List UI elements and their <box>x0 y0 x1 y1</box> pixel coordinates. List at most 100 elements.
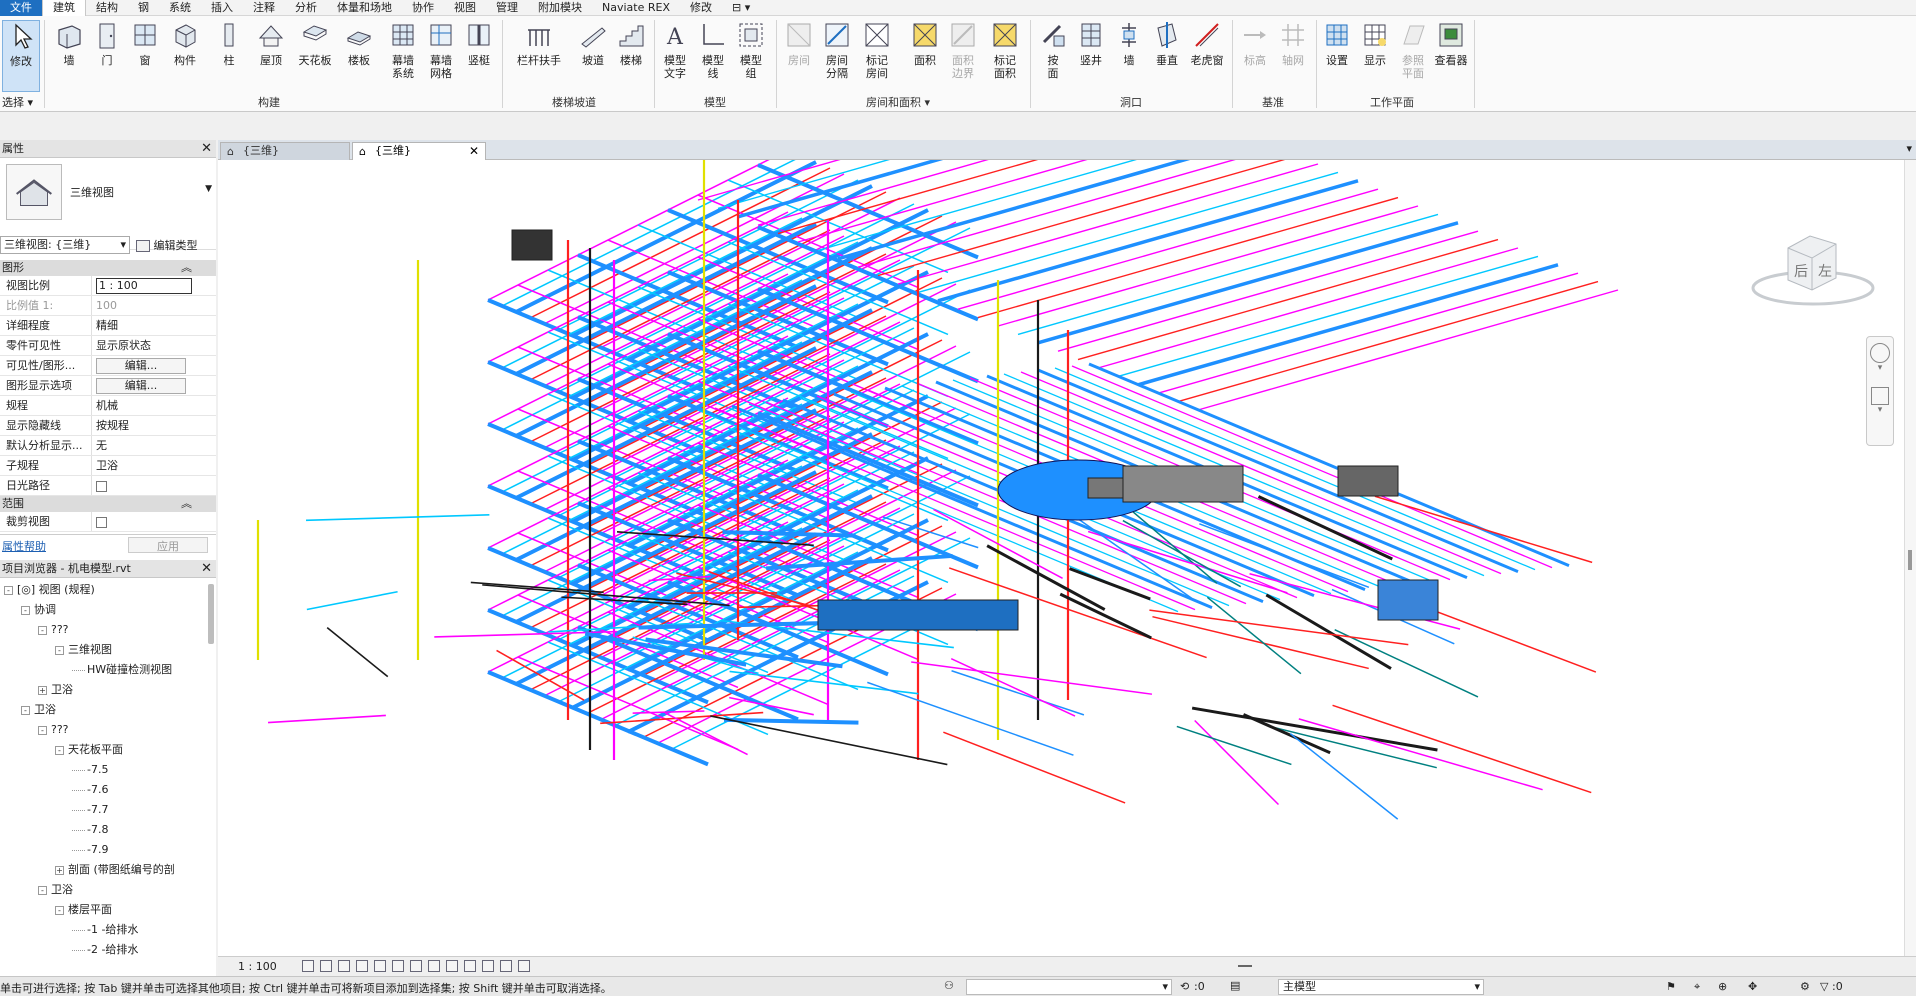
set-button[interactable]: 设置 <box>1318 20 1356 67</box>
model-group-button[interactable]: 模型 组 <box>732 20 770 80</box>
reveal-hidden-icon[interactable] <box>464 960 476 972</box>
tree-node[interactable]: -7.7 <box>0 800 206 820</box>
tree-node[interactable]: -7.6 <box>0 780 206 800</box>
area-boundary-button[interactable]: 面积 边界 <box>944 20 982 80</box>
pipe-segment[interactable] <box>267 714 386 724</box>
tree-node[interactable]: - 协调 <box>0 600 206 620</box>
tree-node[interactable]: -7.8 <box>0 820 206 840</box>
close-icon[interactable]: ✕ <box>469 143 479 159</box>
pipe-segment[interactable] <box>867 681 1074 756</box>
chevron-down-icon[interactable]: ▾ <box>1867 363 1893 373</box>
pipe-segment[interactable] <box>1298 718 1543 791</box>
chiller-unit[interactable] <box>1122 465 1244 503</box>
mullion-button[interactable]: 竖梃 <box>460 20 498 67</box>
tree-node[interactable]: - 楼层平面 <box>0 900 206 920</box>
menu-tab[interactable]: 协作 <box>402 0 444 16</box>
stair-button[interactable]: 楼梯 <box>612 20 650 67</box>
pipe-segment[interactable] <box>1149 609 1409 646</box>
curtain-system-button[interactable]: 幕墙 系统 <box>384 20 422 80</box>
collapse-icon[interactable]: - <box>38 885 47 895</box>
column-button[interactable]: 柱 <box>210 20 248 67</box>
workset-combo[interactable]: ▾ <box>966 979 1172 995</box>
select-pinned-icon[interactable]: ⌖ <box>1694 980 1700 994</box>
menu-tab[interactable]: 系统 <box>159 0 201 16</box>
pipe-segment[interactable] <box>1194 719 1279 806</box>
properties-help-link[interactable]: 属性帮助 <box>2 538 46 554</box>
view-tab[interactable]: ⌂ {三维} <box>220 142 350 160</box>
tree-node[interactable]: - [◎] 视图 (规程) <box>0 580 206 600</box>
viewport-scrollbar[interactable] <box>1904 160 1916 956</box>
property-value[interactable]: 编辑... <box>92 376 216 395</box>
tree-node[interactable]: + 卫浴 <box>0 680 206 700</box>
tag-area-button[interactable]: 标记 面积 <box>986 20 1024 80</box>
menu-tab[interactable]: 插入 <box>201 0 243 16</box>
group-graphics-header[interactable]: 图形 ︽ <box>0 260 216 276</box>
collapse-icon[interactable]: - <box>55 745 64 755</box>
expand-icon[interactable]: + <box>55 865 64 875</box>
duct-manifold[interactable] <box>817 599 1019 631</box>
modify-button[interactable]: 修改 <box>2 20 40 92</box>
menu-tab[interactable]: 结构 <box>86 0 128 16</box>
tree-node[interactable]: - 天花板平面 <box>0 740 206 760</box>
menu-tab[interactable]: 管理 <box>486 0 528 16</box>
viewcube-left-label[interactable]: 左 <box>1818 264 1832 280</box>
collapse-icon[interactable]: - <box>4 585 13 595</box>
sun-path-checkbox[interactable] <box>96 480 107 492</box>
model-text-button[interactable]: A 模型 文字 <box>656 20 694 80</box>
group-extents-header[interactable]: 范围 ︽ <box>0 496 216 512</box>
pipe-segment[interactable] <box>950 658 1076 717</box>
zoom-icon[interactable] <box>1871 387 1889 405</box>
pipe-segment[interactable] <box>1332 704 1592 794</box>
menu-tab[interactable]: 修改 <box>680 0 722 16</box>
area-button[interactable]: 面积 <box>906 20 944 67</box>
drag-elements-icon[interactable]: ✥ <box>1748 980 1757 993</box>
pipe-segment[interactable] <box>305 514 490 522</box>
model-line-button[interactable]: 模型 线 <box>694 20 732 80</box>
wall-opening-button[interactable]: 墙 <box>1110 20 1148 67</box>
close-icon[interactable]: ✕ <box>201 560 212 578</box>
menu-tab[interactable]: 附加模块 <box>528 0 592 16</box>
tree-node[interactable]: -??? <box>0 720 206 740</box>
pipe-segment[interactable] <box>729 696 814 716</box>
dormer-button[interactable]: 老虎窗 <box>1188 20 1226 67</box>
panel-room-label[interactable]: 房间和面积 ▾ <box>866 94 930 110</box>
tree-node[interactable]: -??? <box>0 620 206 640</box>
visual-style-icon[interactable] <box>320 960 332 972</box>
chevron-down-icon[interactable]: ▾ <box>1867 405 1893 415</box>
pipe-segment[interactable] <box>1334 629 1479 698</box>
temporary-hide-icon[interactable] <box>446 960 458 972</box>
tree-node[interactable]: -7.9 <box>0 840 206 860</box>
ref-plane-button[interactable]: 参照 平面 <box>1394 20 1432 80</box>
collapse-icon[interactable]: - <box>38 625 47 635</box>
property-value[interactable]: 1 : 100 <box>92 276 216 295</box>
component-button[interactable]: 构件 <box>166 20 204 67</box>
menu-tab[interactable]: 视图 <box>444 0 486 16</box>
edit-type-button[interactable]: 编辑类型 <box>136 237 198 253</box>
viewcube-back-label[interactable]: 后 <box>1794 264 1808 280</box>
viewcube[interactable]: 后 左 <box>1748 220 1878 310</box>
edit-button[interactable]: 编辑... <box>96 378 186 394</box>
tree-node[interactable]: -7.5 <box>0 760 206 780</box>
show-button[interactable]: 显示 <box>1356 20 1394 67</box>
crop-icon[interactable] <box>392 960 404 972</box>
menu-tab[interactable]: 建筑 <box>42 0 86 16</box>
render-icon[interactable] <box>374 960 386 972</box>
ribbon-toggle-icon[interactable]: ⊟ ▾ <box>722 0 760 16</box>
3d-viewport[interactable]: 后 左 ▾ ▾ <box>218 160 1916 956</box>
property-value[interactable]: 精细 <box>92 316 216 335</box>
shaft-button[interactable]: 竖井 <box>1072 20 1110 67</box>
chevron-down-icon[interactable]: ▼ <box>205 184 212 194</box>
wall-button[interactable]: 墙 <box>50 20 88 67</box>
vertical-button[interactable]: 垂直 <box>1148 20 1186 67</box>
shadows-icon[interactable] <box>356 960 368 972</box>
crop-view-checkbox[interactable] <box>96 516 107 528</box>
mep-model-3d[interactable] <box>218 160 1904 956</box>
collapse-icon[interactable]: - <box>38 725 47 735</box>
pipe-segment[interactable] <box>911 661 1153 695</box>
window-button[interactable]: 窗 <box>126 20 164 67</box>
expand-icon[interactable]: + <box>38 685 47 695</box>
filter-icon[interactable]: ▽ <box>1820 980 1828 993</box>
tag-room-button[interactable]: 标记 房间 <box>858 20 896 80</box>
view-instance-select[interactable]: 三维视图: {三维} ▾ <box>0 236 130 254</box>
tree-node[interactable]: - 卫浴 <box>0 880 206 900</box>
